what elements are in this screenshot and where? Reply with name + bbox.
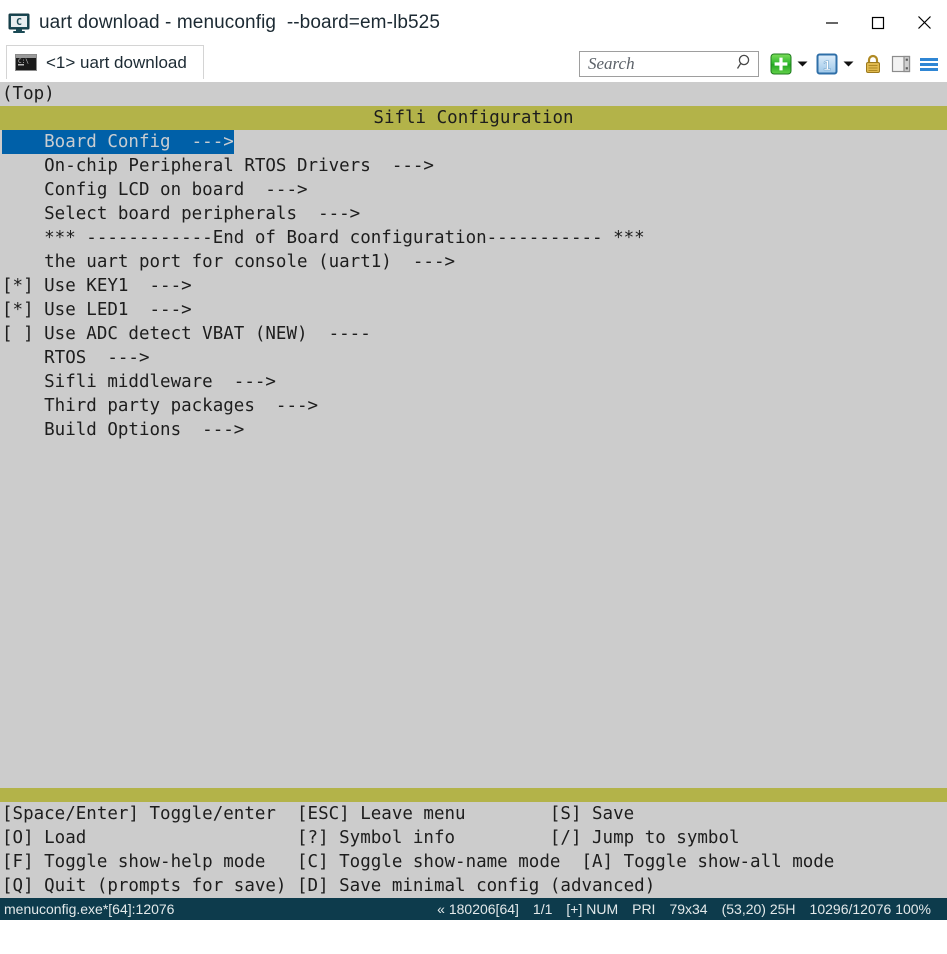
menu-item[interactable]: On-chip Peripheral RTOS Drivers --->: [0, 154, 947, 178]
minimize-button[interactable]: [809, 0, 855, 45]
help-row: [Space/Enter] Toggle/enter [ESC] Leave m…: [2, 802, 947, 826]
console-area: (Top) Sifli Configuration Board Config -…: [0, 82, 947, 898]
new-session-dropdown[interactable]: [795, 51, 810, 77]
config-title: Sifli Configuration: [0, 106, 947, 130]
help-row: [O] Load [?] Symbol info [/] Jump to sym…: [2, 826, 947, 850]
search-icon[interactable]: [736, 53, 754, 76]
padlock-icon: [861, 52, 885, 76]
status-bar: menuconfig.exe*[64]:12076 « 180206[64] 1/…: [0, 898, 947, 920]
status-cells: « 180206[64] 1/1 [+] NUM PRI 79x34 (53,20) 25…: [423, 898, 931, 920]
chevron-down-icon: [797, 60, 808, 68]
menu-item[interactable]: [*] Use KEY1 --->: [0, 274, 947, 298]
svg-text:C:\: C:\: [18, 58, 29, 65]
menu-item-label: On-chip Peripheral RTOS Drivers --->: [2, 156, 434, 176]
menu-item[interactable]: Board Config --->: [0, 130, 947, 154]
session-1-button[interactable]: 1: [814, 51, 840, 77]
toolbar: 1: [579, 47, 943, 81]
close-button[interactable]: [901, 0, 947, 45]
status-cell: PRI: [632, 901, 655, 917]
menu-item-label: Board Config --->: [2, 130, 234, 154]
tab-strip: C:\ <1> uart download: [0, 45, 947, 82]
status-cell: 79x34: [669, 901, 707, 917]
help-key-bindings: [Space/Enter] Toggle/enter [ESC] Leave m…: [0, 802, 947, 898]
menu-item-label: Third party packages --->: [2, 396, 318, 416]
menu-item-label: Build Options --->: [2, 420, 244, 440]
menu-item-label: Select board peripherals --->: [2, 204, 360, 224]
maximize-icon: [871, 16, 885, 30]
green-plus-icon: [769, 52, 793, 76]
resize-grip[interactable]: [932, 905, 946, 919]
svg-text:1: 1: [823, 57, 831, 73]
chevron-down-icon: [843, 60, 854, 68]
menu-item-label: Config LCD on board --->: [2, 180, 308, 200]
panel-toggle-button[interactable]: [888, 51, 914, 77]
breadcrumb: (Top): [0, 82, 947, 106]
menu-item[interactable]: the uart port for console (uart1) --->: [0, 250, 947, 274]
lock-button[interactable]: [860, 51, 886, 77]
help-separator: [0, 788, 947, 802]
status-cell: 1/1: [533, 901, 552, 917]
status-cell: 10296/12076 100%: [810, 901, 931, 917]
console-filler: [0, 442, 947, 788]
menu-item-label: the uart port for console (uart1) --->: [2, 252, 455, 272]
new-session-button[interactable]: [768, 51, 794, 77]
side-panel-icon: [889, 52, 913, 76]
status-cell: [+] NUM: [566, 901, 618, 917]
menu-item[interactable]: [ ] Use ADC detect VBAT (NEW) ----: [0, 322, 947, 346]
window-title: uart download - menuconfig --board=em-lb…: [39, 12, 440, 34]
status-process: menuconfig.exe*[64]:12076: [4, 901, 174, 917]
help-row: [F] Toggle show-help mode [C] Toggle sho…: [2, 850, 947, 874]
console-monitor-icon: C: [8, 12, 30, 34]
minimize-icon: [825, 16, 839, 30]
menuconfig-window: C uart download - menuconfig --board=em-…: [0, 0, 947, 920]
help-row: [Q] Quit (prompts for save) [D] Save min…: [2, 874, 947, 898]
title-bar: C uart download - menuconfig --board=em-…: [0, 0, 947, 45]
menu-item[interactable]: Sifli middleware --->: [0, 370, 947, 394]
menu-list: Board Config ---> On-chip Peripheral RTO…: [0, 130, 947, 442]
status-cell: (53,20) 25H: [722, 901, 796, 917]
menu-item-label: [*] Use LED1 --->: [2, 300, 192, 320]
maximize-button[interactable]: [855, 0, 901, 45]
status-cell: « 180206[64]: [437, 901, 519, 917]
blue-one-icon: 1: [815, 52, 839, 76]
search-input[interactable]: [588, 54, 736, 74]
menu-item[interactable]: Third party packages --->: [0, 394, 947, 418]
window-controls: [809, 0, 947, 45]
menu-item-label: [*] Use KEY1 --->: [2, 276, 192, 296]
console-icon: C:\: [15, 54, 37, 71]
menu-button[interactable]: [916, 51, 942, 77]
session-dropdown[interactable]: [841, 51, 856, 77]
menu-item[interactable]: [*] Use LED1 --->: [0, 298, 947, 322]
menu-item[interactable]: *** ------------End of Board configurati…: [0, 226, 947, 250]
menu-item[interactable]: Build Options --->: [0, 418, 947, 442]
menu-item[interactable]: Select board peripherals --->: [0, 202, 947, 226]
close-icon: [917, 15, 932, 30]
svg-text:C: C: [16, 17, 22, 28]
menu-item[interactable]: RTOS --->: [0, 346, 947, 370]
tab-label: <1> uart download: [46, 53, 187, 73]
menu-item[interactable]: Config LCD on board --->: [0, 178, 947, 202]
menu-item-label: [ ] Use ADC detect VBAT (NEW) ----: [2, 324, 371, 344]
search-box[interactable]: [579, 51, 759, 77]
tab-uart-download[interactable]: C:\ <1> uart download: [6, 45, 204, 79]
menu-item-label: *** ------------End of Board configurati…: [2, 228, 645, 248]
menu-item-label: Sifli middleware --->: [2, 372, 276, 392]
hamburger-menu-icon: [917, 52, 941, 76]
menu-item-label: RTOS --->: [2, 348, 150, 368]
